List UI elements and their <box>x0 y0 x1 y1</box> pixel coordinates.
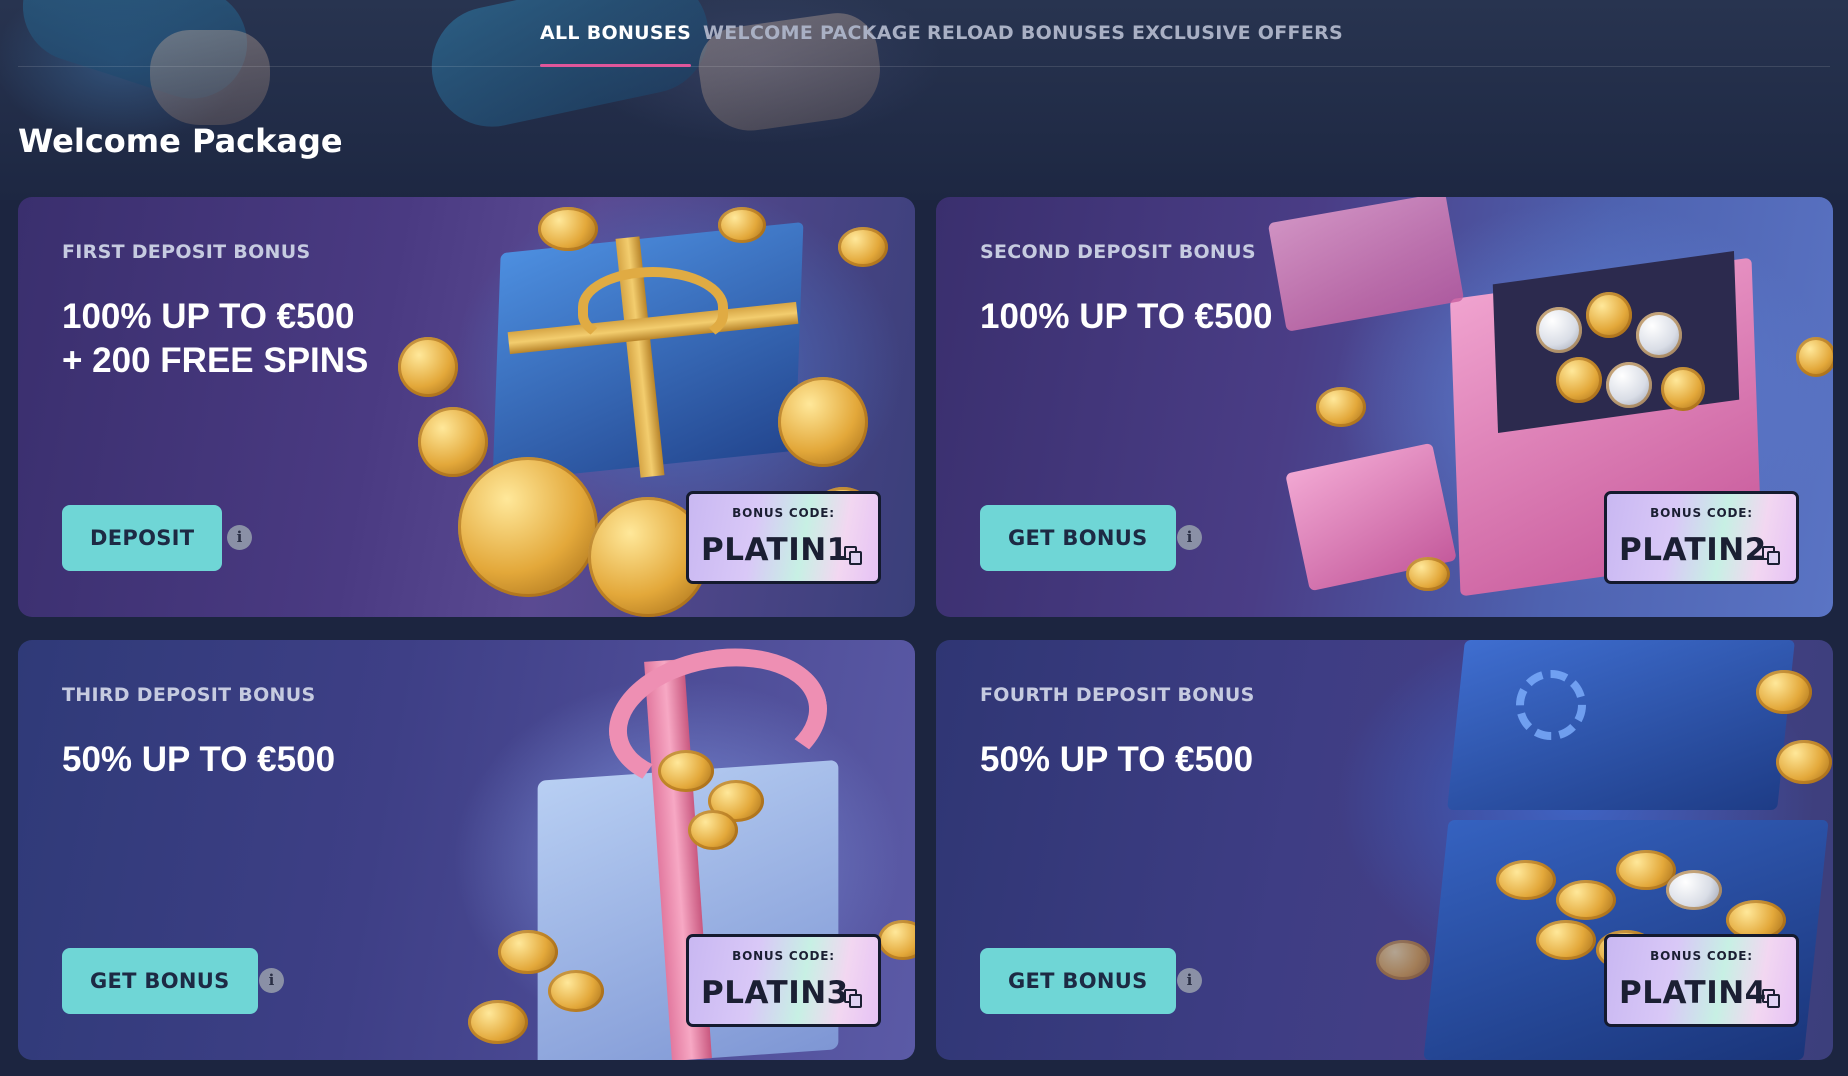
bonus-card-fourth: FOURTH DEPOSIT BONUS 50% UP TO €500 GET … <box>936 640 1833 1060</box>
deposit-button[interactable]: DEPOSIT <box>62 505 223 571</box>
tab-reload-bonuses[interactable]: RELOAD BONUSES <box>927 22 1125 67</box>
card-offer: 100% UP TO €500 <box>980 297 1273 336</box>
bonus-code-box[interactable]: BONUS CODE: PLATIN3 <box>686 934 881 1027</box>
tab-exclusive-offers[interactable]: EXCLUSIVE OFFERS <box>1132 22 1343 67</box>
section-title: Welcome Package <box>18 122 343 160</box>
card-label: THIRD DEPOSIT BONUS <box>62 684 316 706</box>
bonus-code-box[interactable]: BONUS CODE: PLATIN1 <box>686 491 881 584</box>
info-icon[interactable]: i <box>227 525 252 550</box>
bonus-tabs: ALL BONUSES WELCOME PACKAGE RELOAD BONUS… <box>18 0 1830 67</box>
copy-icon[interactable] <box>844 546 862 565</box>
card-offer: 100% UP TO €500 + 200 FREE SPINS <box>62 297 369 380</box>
bonus-code-box[interactable]: BONUS CODE: PLATIN2 <box>1604 491 1799 584</box>
bonus-code-label: BONUS CODE: <box>732 506 835 520</box>
bonus-code-value: PLATIN2 <box>1619 532 1767 568</box>
copy-icon[interactable] <box>1762 989 1780 1008</box>
bonus-code-label: BONUS CODE: <box>1650 506 1753 520</box>
bonus-code-value: PLATIN1 <box>701 532 849 568</box>
bonus-card-third: THIRD DEPOSIT BONUS 50% UP TO €500 GET B… <box>18 640 915 1060</box>
card-offer: 50% UP TO €500 <box>980 740 1254 779</box>
bonus-card-first: FIRST DEPOSIT BONUS 100% UP TO €500 + 20… <box>18 197 915 617</box>
bonus-code-label: BONUS CODE: <box>732 949 835 963</box>
info-icon[interactable]: i <box>1177 525 1202 550</box>
bonus-code-box[interactable]: BONUS CODE: PLATIN4 <box>1604 934 1799 1027</box>
tab-all-bonuses[interactable]: ALL BONUSES <box>540 22 692 67</box>
get-bonus-button[interactable]: GET BONUS <box>980 505 1176 571</box>
info-icon[interactable]: i <box>259 968 284 993</box>
bonus-card-second: SECOND DEPOSIT BONUS 100% UP TO €500 GET… <box>936 197 1833 617</box>
info-icon[interactable]: i <box>1177 968 1202 993</box>
copy-icon[interactable] <box>844 989 862 1008</box>
tab-welcome-package[interactable]: WELCOME PACKAGE <box>703 22 921 67</box>
get-bonus-button[interactable]: GET BONUS <box>980 948 1176 1014</box>
card-label: FOURTH DEPOSIT BONUS <box>980 684 1255 706</box>
card-label: FIRST DEPOSIT BONUS <box>62 241 311 263</box>
card-label: SECOND DEPOSIT BONUS <box>980 241 1256 263</box>
card-offer: 50% UP TO €500 <box>62 740 336 779</box>
get-bonus-button[interactable]: GET BONUS <box>62 948 258 1014</box>
bonuses-page: ALL BONUSES WELCOME PACKAGE RELOAD BONUS… <box>0 0 1848 1076</box>
bonus-code-value: PLATIN4 <box>1619 975 1767 1011</box>
bonus-code-value: PLATIN3 <box>701 975 849 1011</box>
bonus-code-label: BONUS CODE: <box>1650 949 1753 963</box>
copy-icon[interactable] <box>1762 546 1780 565</box>
